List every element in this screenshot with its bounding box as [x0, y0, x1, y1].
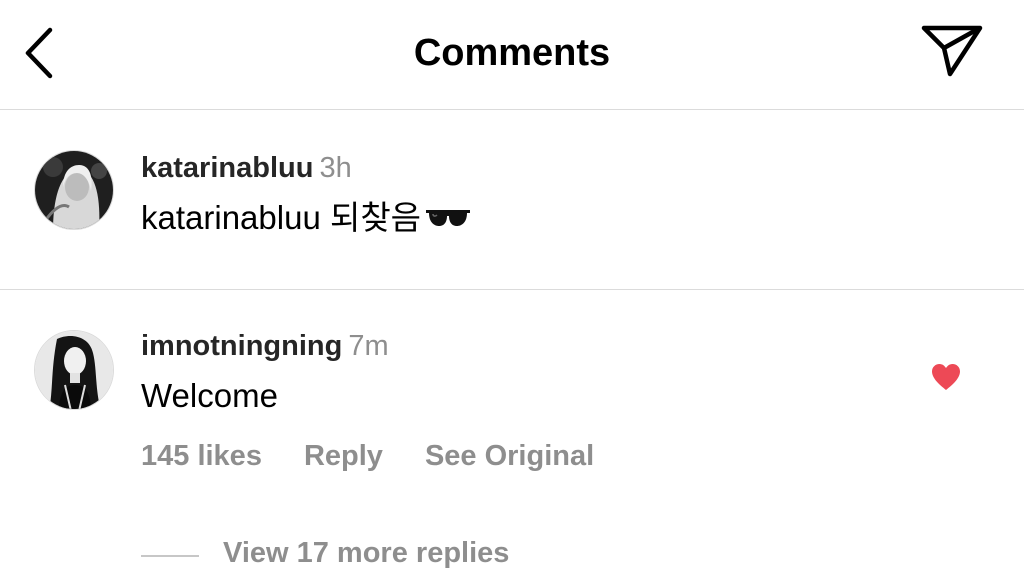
likes-count[interactable]: 145 likes: [141, 440, 262, 472]
avatar[interactable]: [34, 150, 114, 230]
caption-header: katarinabluu 3h: [141, 150, 352, 186]
view-replies-label: View 17 more replies: [223, 537, 510, 569]
see-original-button[interactable]: See Original: [425, 440, 594, 472]
comment-actions: 145 likes Reply See Original: [141, 438, 636, 474]
share-button[interactable]: [920, 24, 984, 80]
header: Comments: [0, 0, 1024, 110]
avatar[interactable]: [34, 330, 114, 410]
timestamp: 3h: [319, 152, 352, 184]
username[interactable]: imnotningning: [141, 330, 342, 362]
avatar-image: [35, 331, 113, 409]
caption-text-line: katarinabluu 되찾음: [141, 198, 471, 240]
caption-section: katarinabluu 3h katarinabluu 되찾음: [0, 110, 1024, 290]
avatar-image: [35, 151, 113, 229]
username[interactable]: katarinabluu: [141, 152, 313, 184]
view-replies-button[interactable]: View 17 more replies: [141, 533, 509, 573]
page-title: Comments: [413, 32, 611, 74]
divider-line: [141, 554, 199, 557]
like-button[interactable]: [930, 362, 962, 392]
comment-text: Welcome: [141, 377, 278, 414]
caption-text: katarinabluu 되찾음: [141, 199, 422, 236]
comment-header: imnotningning 7m: [141, 328, 389, 364]
timestamp: 7m: [348, 330, 389, 362]
reply-button[interactable]: Reply: [304, 440, 383, 472]
paper-plane-icon: [921, 25, 983, 77]
heart-icon: [932, 364, 960, 390]
sunglasses-icon: [425, 197, 471, 237]
